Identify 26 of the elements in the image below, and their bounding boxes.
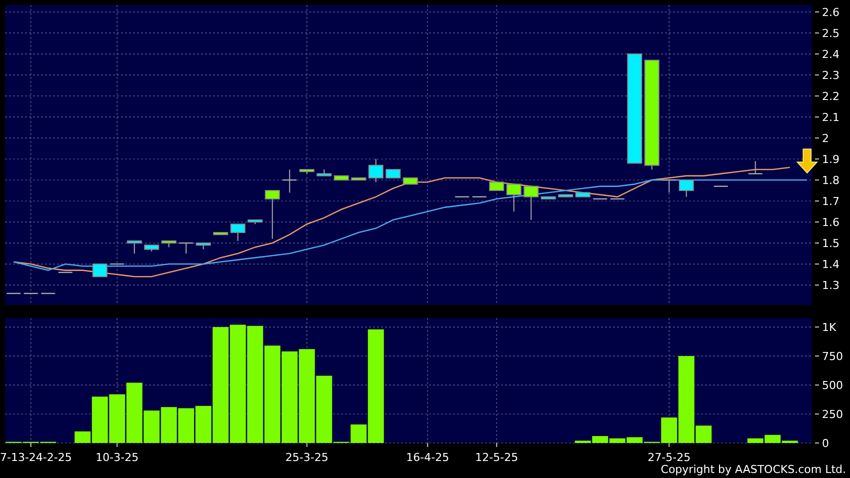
axis-label: 1.5 — [822, 237, 840, 250]
axis-label: 1.4 — [822, 258, 840, 272]
axis-label: 1K — [822, 321, 836, 334]
axis-label: 2 — [822, 132, 829, 145]
axis-label: 1.7 — [822, 195, 840, 208]
axis-label: 2.5 — [822, 26, 840, 40]
axis-label: 2.6 — [822, 6, 840, 19]
axis-label: 1.9 — [822, 153, 840, 166]
axis-label: 2.3 — [822, 68, 840, 82]
date-axis-label: 16-4-25 — [406, 451, 450, 462]
date-axis-label: 27-5-25 — [648, 451, 691, 462]
axis-label: 2.2 — [822, 90, 840, 103]
date-axis-label: 7-13-24-2-25 — [0, 451, 72, 462]
axis-label: 750 — [822, 350, 843, 364]
axis-label: 250 — [822, 408, 843, 421]
axis-label: 0 — [822, 437, 829, 450]
axis-label: 2.4 — [822, 48, 840, 61]
copyright-text: Copyright by AASTOCKS.com Ltd. — [660, 462, 846, 478]
axis-label: 1.8 — [822, 174, 840, 187]
date-axis-label: 12-5-25 — [475, 451, 518, 462]
axis-label: 1.6 — [822, 216, 840, 230]
date-axis-label: 10-3-25 — [96, 451, 139, 462]
axis-label: 2.1 — [822, 110, 840, 124]
axis-label: 500 — [822, 379, 843, 392]
date-axis-label: 25-3-25 — [285, 451, 328, 462]
axis-label: 1.3 — [822, 279, 840, 292]
